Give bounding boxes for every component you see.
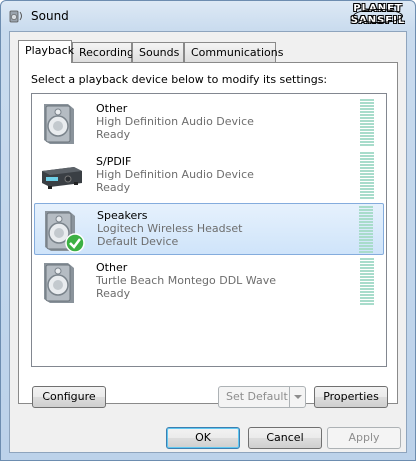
device-name: Other — [96, 261, 128, 274]
speaker-icon — [44, 104, 74, 144]
device-item-spdif[interactable]: S/PDIF High Definition Audio Device Read… — [34, 150, 384, 202]
device-item-other-turtle-beach[interactable]: Other Turtle Beach Montego DDL Wave Read… — [34, 256, 384, 308]
tab-sounds[interactable]: Sounds — [132, 42, 184, 62]
title-bar[interactable]: Sound PLANET SANSFIL — [1, 1, 415, 31]
chevron-down-icon[interactable] — [289, 387, 305, 407]
device-status: Ready — [96, 287, 131, 300]
set-default-split-button[interactable]: Set Default — [218, 386, 306, 408]
speaker-icon — [44, 263, 74, 303]
window-title: Sound — [31, 9, 69, 23]
instruction-text: Select a playback device below to modify… — [31, 73, 328, 86]
device-item-speakers[interactable]: Speakers Logitech Wireless Headset Defau… — [34, 203, 384, 255]
volume-meter — [359, 206, 373, 254]
device-name: Other — [96, 102, 128, 115]
spdif-receiver-icon — [42, 167, 82, 189]
cancel-button[interactable]: Cancel — [248, 427, 322, 449]
device-name: S/PDIF — [96, 155, 132, 168]
set-default-label: Set Default — [226, 390, 288, 403]
dialog-client-area: Playback Recording Sounds Communications… — [9, 31, 407, 453]
device-description: Turtle Beach Montego DDL Wave — [96, 274, 276, 287]
device-status: Ready — [96, 128, 131, 141]
playback-tab-panel: Select a playback device below to modify… — [18, 62, 398, 404]
device-name: Speakers — [97, 209, 148, 222]
volume-meter — [360, 152, 374, 200]
tab-communications[interactable]: Communications — [184, 42, 283, 62]
volume-meter — [360, 99, 374, 147]
speaker-icon — [45, 211, 85, 253]
device-description: Logitech Wireless Headset — [97, 222, 243, 235]
device-status: Ready — [96, 181, 131, 194]
sound-dialog: Sound PLANET SANSFIL Playback Recording … — [0, 0, 416, 461]
playback-device-list[interactable]: Other High Definition Audio Device Ready — [31, 93, 387, 367]
default-device-check-icon — [65, 233, 85, 253]
tab-recording[interactable]: Recording — [72, 42, 134, 62]
apply-button[interactable]: Apply — [327, 427, 401, 449]
speaker-title-icon — [9, 10, 22, 23]
configure-button[interactable]: Configure — [32, 386, 106, 408]
device-status: Default Device — [97, 235, 179, 248]
device-description: High Definition Audio Device — [96, 168, 254, 181]
properties-button[interactable]: Properties — [314, 386, 388, 408]
device-description: High Definition Audio Device — [96, 115, 254, 128]
planet-sansfil-watermark: PLANET SANSFIL — [350, 3, 406, 26]
tab-playback[interactable]: Playback — [18, 40, 74, 63]
ok-button[interactable]: OK — [166, 427, 240, 449]
volume-meter — [360, 258, 374, 306]
device-item-other-hd[interactable]: Other High Definition Audio Device Ready — [34, 97, 384, 149]
